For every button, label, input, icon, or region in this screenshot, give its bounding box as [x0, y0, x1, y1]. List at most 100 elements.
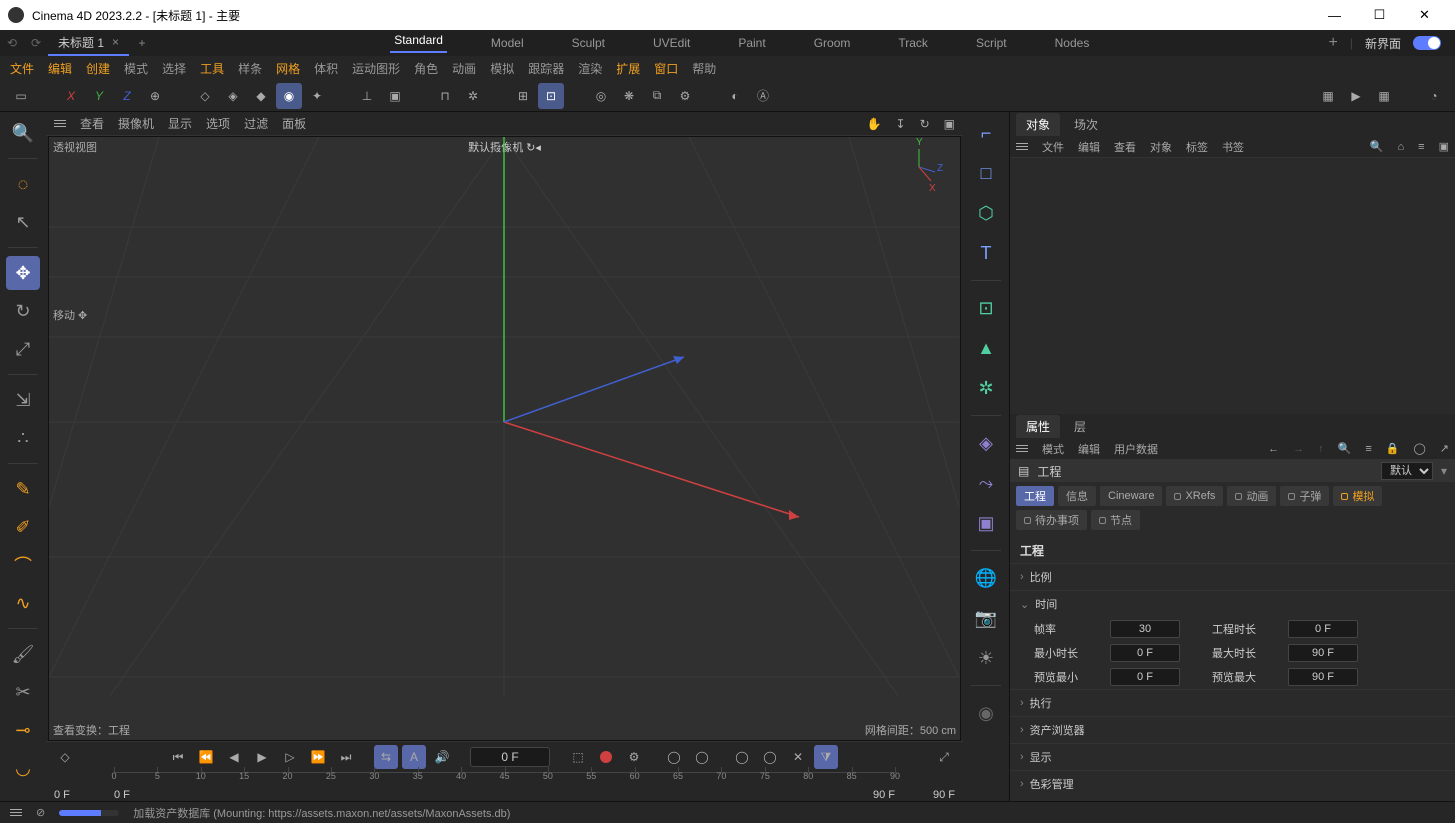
obj-menu-tags[interactable]: 标签: [1186, 139, 1208, 155]
attr-tab-sim[interactable]: 模拟: [1333, 486, 1382, 506]
prevmax-field[interactable]: 90 F: [1288, 668, 1358, 686]
snap-settings-icon[interactable]: ✲: [460, 83, 486, 109]
plane-icon[interactable]: ▣: [382, 83, 408, 109]
obj-menu-view[interactable]: 查看: [1114, 139, 1136, 155]
menu-mograph[interactable]: 运动图形: [352, 60, 400, 77]
attr-up-icon[interactable]: ↑: [1318, 443, 1324, 455]
move-tool-icon[interactable]: ✥: [6, 256, 40, 290]
solo-all-icon[interactable]: Ⓐ: [750, 83, 776, 109]
group-time[interactable]: 时间: [1010, 590, 1455, 617]
obj-home-icon[interactable]: ⌂: [1398, 141, 1405, 153]
magnet-icon[interactable]: ⊓: [432, 83, 458, 109]
material-icon[interactable]: ◉: [969, 696, 1003, 730]
obj-hamburger-icon[interactable]: [1016, 143, 1028, 150]
symmetry-icon[interactable]: ⧉: [644, 83, 670, 109]
spline-primitive-icon[interactable]: ⌐: [969, 116, 1003, 150]
group-color[interactable]: 色彩管理: [1010, 770, 1455, 797]
field-icon[interactable]: ⊡: [969, 291, 1003, 325]
attr-search-icon[interactable]: 🔍: [1338, 442, 1352, 455]
menu-char[interactable]: 角色: [414, 60, 438, 77]
workplane-icon[interactable]: ⊥: [354, 83, 380, 109]
vp-menu-camera[interactable]: 摄像机: [118, 115, 154, 132]
obj-menu-obj[interactable]: 对象: [1150, 139, 1172, 155]
autokey-icon[interactable]: A: [402, 745, 426, 769]
layout-tab-model[interactable]: Model: [487, 36, 528, 50]
obj-menu-bookmark[interactable]: 书签: [1222, 139, 1244, 155]
key-pos-icon[interactable]: ◯: [662, 745, 686, 769]
effector-icon[interactable]: ✲: [969, 371, 1003, 405]
minimize-button[interactable]: —: [1312, 0, 1357, 30]
attr-fwd-icon[interactable]: →: [1293, 443, 1304, 455]
attr-menu-mode[interactable]: 模式: [1042, 441, 1064, 457]
spline-sketch-icon[interactable]: ✐: [6, 510, 40, 544]
extrude-tool-icon[interactable]: ⊸: [6, 713, 40, 747]
tab-takes[interactable]: 场次: [1064, 113, 1108, 136]
spline-pen-icon[interactable]: ✎: [6, 472, 40, 506]
vp-menu-view[interactable]: 查看: [80, 115, 104, 132]
menu-tools[interactable]: 工具: [200, 60, 224, 77]
marker-icon[interactable]: ◇: [52, 744, 78, 770]
next-frame-icon[interactable]: ▷: [278, 745, 302, 769]
maxlen-field[interactable]: 90 F: [1288, 644, 1358, 662]
cube-solid-icon[interactable]: ◉: [276, 83, 302, 109]
goto-end-icon[interactable]: ⏭: [334, 745, 358, 769]
axis-y-button[interactable]: Y: [86, 83, 112, 109]
maximize-button[interactable]: ☐: [1357, 0, 1402, 30]
play-icon[interactable]: ▶: [250, 745, 274, 769]
attr-tab-info[interactable]: 信息: [1058, 486, 1096, 506]
projlen-field[interactable]: 0 F: [1288, 620, 1358, 638]
prevmin-field[interactable]: 0 F: [1110, 668, 1180, 686]
tab-attributes[interactable]: 属性: [1016, 415, 1060, 438]
layout-tab-nodes[interactable]: Nodes: [1051, 36, 1094, 50]
place-tool-icon[interactable]: ⇲: [6, 383, 40, 417]
vp-menu-panel[interactable]: 面板: [282, 115, 306, 132]
render-region-icon[interactable]: ▶: [1343, 83, 1369, 109]
deformer-obj-icon[interactable]: ◈: [969, 426, 1003, 460]
light-icon[interactable]: ☀: [969, 641, 1003, 675]
history-back[interactable]: ⟲: [0, 30, 24, 56]
new-tab-button[interactable]: +: [129, 30, 155, 56]
spline-smooth-icon[interactable]: ∿: [6, 586, 40, 620]
attr-hamburger-icon[interactable]: [1016, 445, 1028, 452]
menu-volume[interactable]: 体积: [314, 60, 338, 77]
current-frame-field[interactable]: 0 F: [470, 747, 550, 767]
sound-icon[interactable]: 🔊: [430, 745, 454, 769]
layout-tab-sculpt[interactable]: Sculpt: [568, 36, 609, 50]
zoom-icon[interactable]: ↧: [896, 117, 906, 131]
viewport[interactable]: 透视视图 默认摄像机 ↻◂ 移动 ✥ Y: [48, 136, 961, 741]
obj-filter-icon[interactable]: ≡: [1418, 141, 1424, 153]
attr-filter-icon[interactable]: ≡: [1365, 443, 1371, 455]
menu-select[interactable]: 选择: [162, 60, 186, 77]
menu-sim[interactable]: 模拟: [490, 60, 514, 77]
scale-tool-icon[interactable]: ⤢: [6, 332, 40, 366]
menu-ext[interactable]: 扩展: [616, 60, 640, 77]
tab-objects[interactable]: 对象: [1016, 113, 1060, 136]
point-snap-icon[interactable]: ⊡: [538, 83, 564, 109]
cube-primitive-icon[interactable]: ⬡: [969, 196, 1003, 230]
deformer-icon[interactable]: ✦: [304, 83, 330, 109]
render-queue-icon[interactable]: ▦: [1371, 83, 1397, 109]
group-assets[interactable]: 资产浏览器: [1010, 716, 1455, 743]
attr-menu-edit[interactable]: 编辑: [1078, 441, 1100, 457]
close-tab-icon[interactable]: ×: [112, 35, 119, 49]
attr-tab-anim[interactable]: 动画: [1227, 486, 1276, 506]
select-tool-icon[interactable]: ◌: [6, 167, 40, 201]
attr-tab-cineware[interactable]: Cineware: [1100, 486, 1162, 506]
vp-menu-options[interactable]: 选项: [206, 115, 230, 132]
render-target-icon[interactable]: ◎: [588, 83, 614, 109]
menu-tracker[interactable]: 跟踪器: [528, 60, 564, 77]
goto-prev-key-icon[interactable]: ⏪: [194, 745, 218, 769]
rotate-tool-icon[interactable]: ↻: [6, 294, 40, 328]
group-display[interactable]: 显示: [1010, 743, 1455, 770]
menu-spline[interactable]: 样条: [238, 60, 262, 77]
menu-edit[interactable]: 编辑: [48, 60, 72, 77]
key-all-icon[interactable]: ⧩: [814, 745, 838, 769]
orbit-icon[interactable]: ↻: [920, 117, 930, 131]
prev-frame-icon[interactable]: ◀: [222, 745, 246, 769]
keyframe-selection-icon[interactable]: ⬚: [566, 745, 590, 769]
group-scale[interactable]: 比例: [1010, 563, 1455, 590]
attr-back-icon[interactable]: ←: [1268, 443, 1279, 455]
minlen-field[interactable]: 0 F: [1110, 644, 1180, 662]
scene-icon[interactable]: 🌐: [969, 561, 1003, 595]
menu-file[interactable]: 文件: [10, 60, 34, 77]
